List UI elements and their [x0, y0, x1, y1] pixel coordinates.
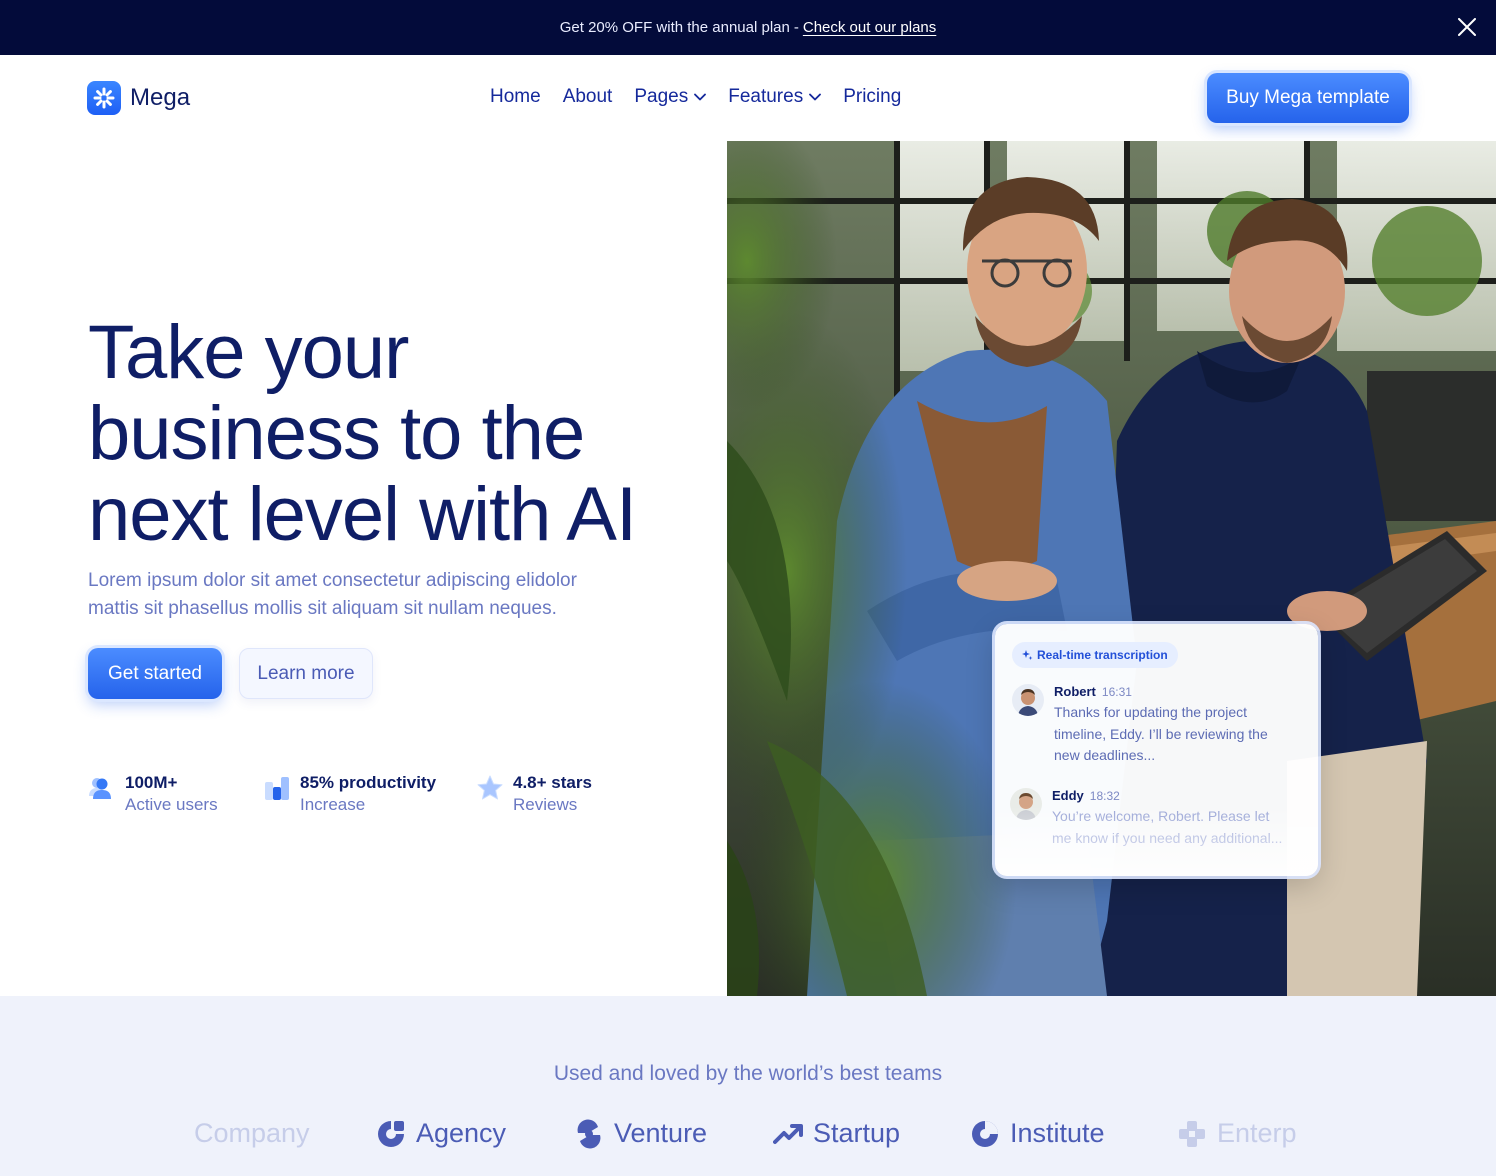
- hero-subtitle-line: Lorem ipsum dolor sit amet consectetur a…: [88, 570, 577, 591]
- brand-label: Startup: [813, 1118, 901, 1148]
- message-text: You’re welcome, Robert. Please let me kn…: [1052, 808, 1283, 846]
- nav-item-pricing[interactable]: Pricing: [843, 86, 901, 108]
- stat-active-users: 100M+ Active users: [88, 772, 218, 816]
- users-icon: [89, 778, 111, 799]
- sparkle-icon: [1022, 649, 1033, 660]
- transcription-chip: Real-time transcription: [1012, 642, 1178, 668]
- bar-chart-icon: [265, 777, 289, 800]
- brand-label: Institute: [1010, 1118, 1105, 1148]
- institute-logo-icon: [972, 1120, 998, 1147]
- hero-subtitle: Lorem ipsum dolor sit amet consectetur a…: [88, 567, 628, 623]
- nav-menu: Home About Pages Features Pricing: [490, 86, 923, 108]
- chevron-down-icon: [694, 93, 707, 101]
- chevron-down-icon: [809, 93, 822, 101]
- logo-text: Mega: [130, 84, 191, 111]
- nav-item-label: Pages: [634, 86, 689, 107]
- hero-title-line: business to the: [88, 391, 585, 476]
- brand-label: Agency: [416, 1118, 507, 1148]
- brand-label: Enterp: [1217, 1118, 1297, 1148]
- agency-logo-icon: [378, 1120, 404, 1147]
- logo[interactable]: Mega: [87, 81, 190, 115]
- logo-asterisk-icon: [87, 81, 121, 115]
- learn-more-button[interactable]: Learn more: [239, 648, 373, 699]
- avatar: [1012, 684, 1044, 716]
- nav-item-label: About: [562, 86, 613, 107]
- hero-title: Take your business to the next level wit…: [88, 312, 708, 555]
- stat-value: 85% productivity: [300, 773, 437, 792]
- message-eddy: Eddy 18:32 You’re welcome, Robert. Please…: [1010, 788, 1292, 849]
- stat-label: Active users: [125, 795, 218, 814]
- nav-item-pages[interactable]: Pages: [634, 86, 707, 108]
- avatar: [1010, 788, 1042, 820]
- hero-subtitle-line: mattis sit phasellus mollis sit aliquam …: [88, 598, 557, 619]
- stat-value: 4.8+ stars: [513, 773, 592, 792]
- brand-label: Venture: [614, 1118, 708, 1148]
- nav-item-label: Features: [728, 86, 804, 107]
- get-started-button[interactable]: Get started: [88, 648, 222, 699]
- brand-label: Company: [194, 1118, 310, 1148]
- stat-label: Reviews: [513, 795, 578, 814]
- hero-title-line: next level with AI: [88, 472, 637, 557]
- nav-item-label: Home: [490, 86, 541, 107]
- promo-text: Get 20% OFF with the annual plan: [559, 19, 790, 36]
- logos-title: Used and loved by the world’s best teams: [553, 1062, 943, 1085]
- brand-enterprise: Enterp: [1177, 1118, 1299, 1149]
- venture-logo-icon: [577, 1119, 601, 1148]
- nav-item-label: Pricing: [843, 86, 902, 107]
- nav-item-about[interactable]: About: [563, 86, 613, 108]
- stat-label: Increase: [300, 795, 366, 814]
- message-author: Eddy: [1052, 788, 1084, 803]
- promo-separator: -: [793, 19, 799, 36]
- nav-item-features[interactable]: Features: [728, 86, 822, 108]
- logos-section: Used and loved by the world’s best teams…: [0, 996, 1496, 1176]
- brand-venture: Venture: [574, 1118, 707, 1149]
- nav-item-home[interactable]: Home: [490, 86, 541, 108]
- buy-template-button[interactable]: Buy Mega template: [1207, 73, 1409, 123]
- chip-label: Real-time transcription: [1037, 648, 1168, 662]
- stat-reviews: 4.8+ stars Reviews: [476, 772, 592, 816]
- message-time: 16:31: [1101, 685, 1132, 699]
- transcription-card: Real-time transcription Robert 16:31 Than…: [995, 624, 1318, 876]
- promo-bar: Get 20% OFF with the annual plan - Check…: [0, 0, 1496, 55]
- trending-up-icon: [773, 1123, 803, 1144]
- close-icon[interactable]: [1452, 12, 1482, 42]
- brand-agency: Agency: [376, 1118, 506, 1149]
- enterprise-logo-icon: [1179, 1120, 1205, 1147]
- promo-link[interactable]: Check out our plans: [803, 19, 936, 36]
- hero-title-line: Take your: [88, 310, 410, 395]
- star-icon: [477, 775, 503, 800]
- message-time: 18:32: [1089, 789, 1120, 803]
- brand-company: Company: [194, 1118, 310, 1149]
- stat-productivity: 85% productivity Increase: [263, 772, 436, 816]
- message-robert: Robert 16:31 Thanks for updating the proj…: [1012, 684, 1294, 767]
- message-author: Robert: [1054, 684, 1096, 699]
- stat-value: 100M+: [125, 773, 178, 792]
- hero-stats: 100M+ Active users 85% productivity Incr…: [88, 772, 648, 822]
- message-text: Thanks for updating the project timeline…: [1054, 704, 1268, 763]
- brand-institute: Institute: [970, 1118, 1105, 1149]
- brand-startup: Startup: [773, 1118, 900, 1149]
